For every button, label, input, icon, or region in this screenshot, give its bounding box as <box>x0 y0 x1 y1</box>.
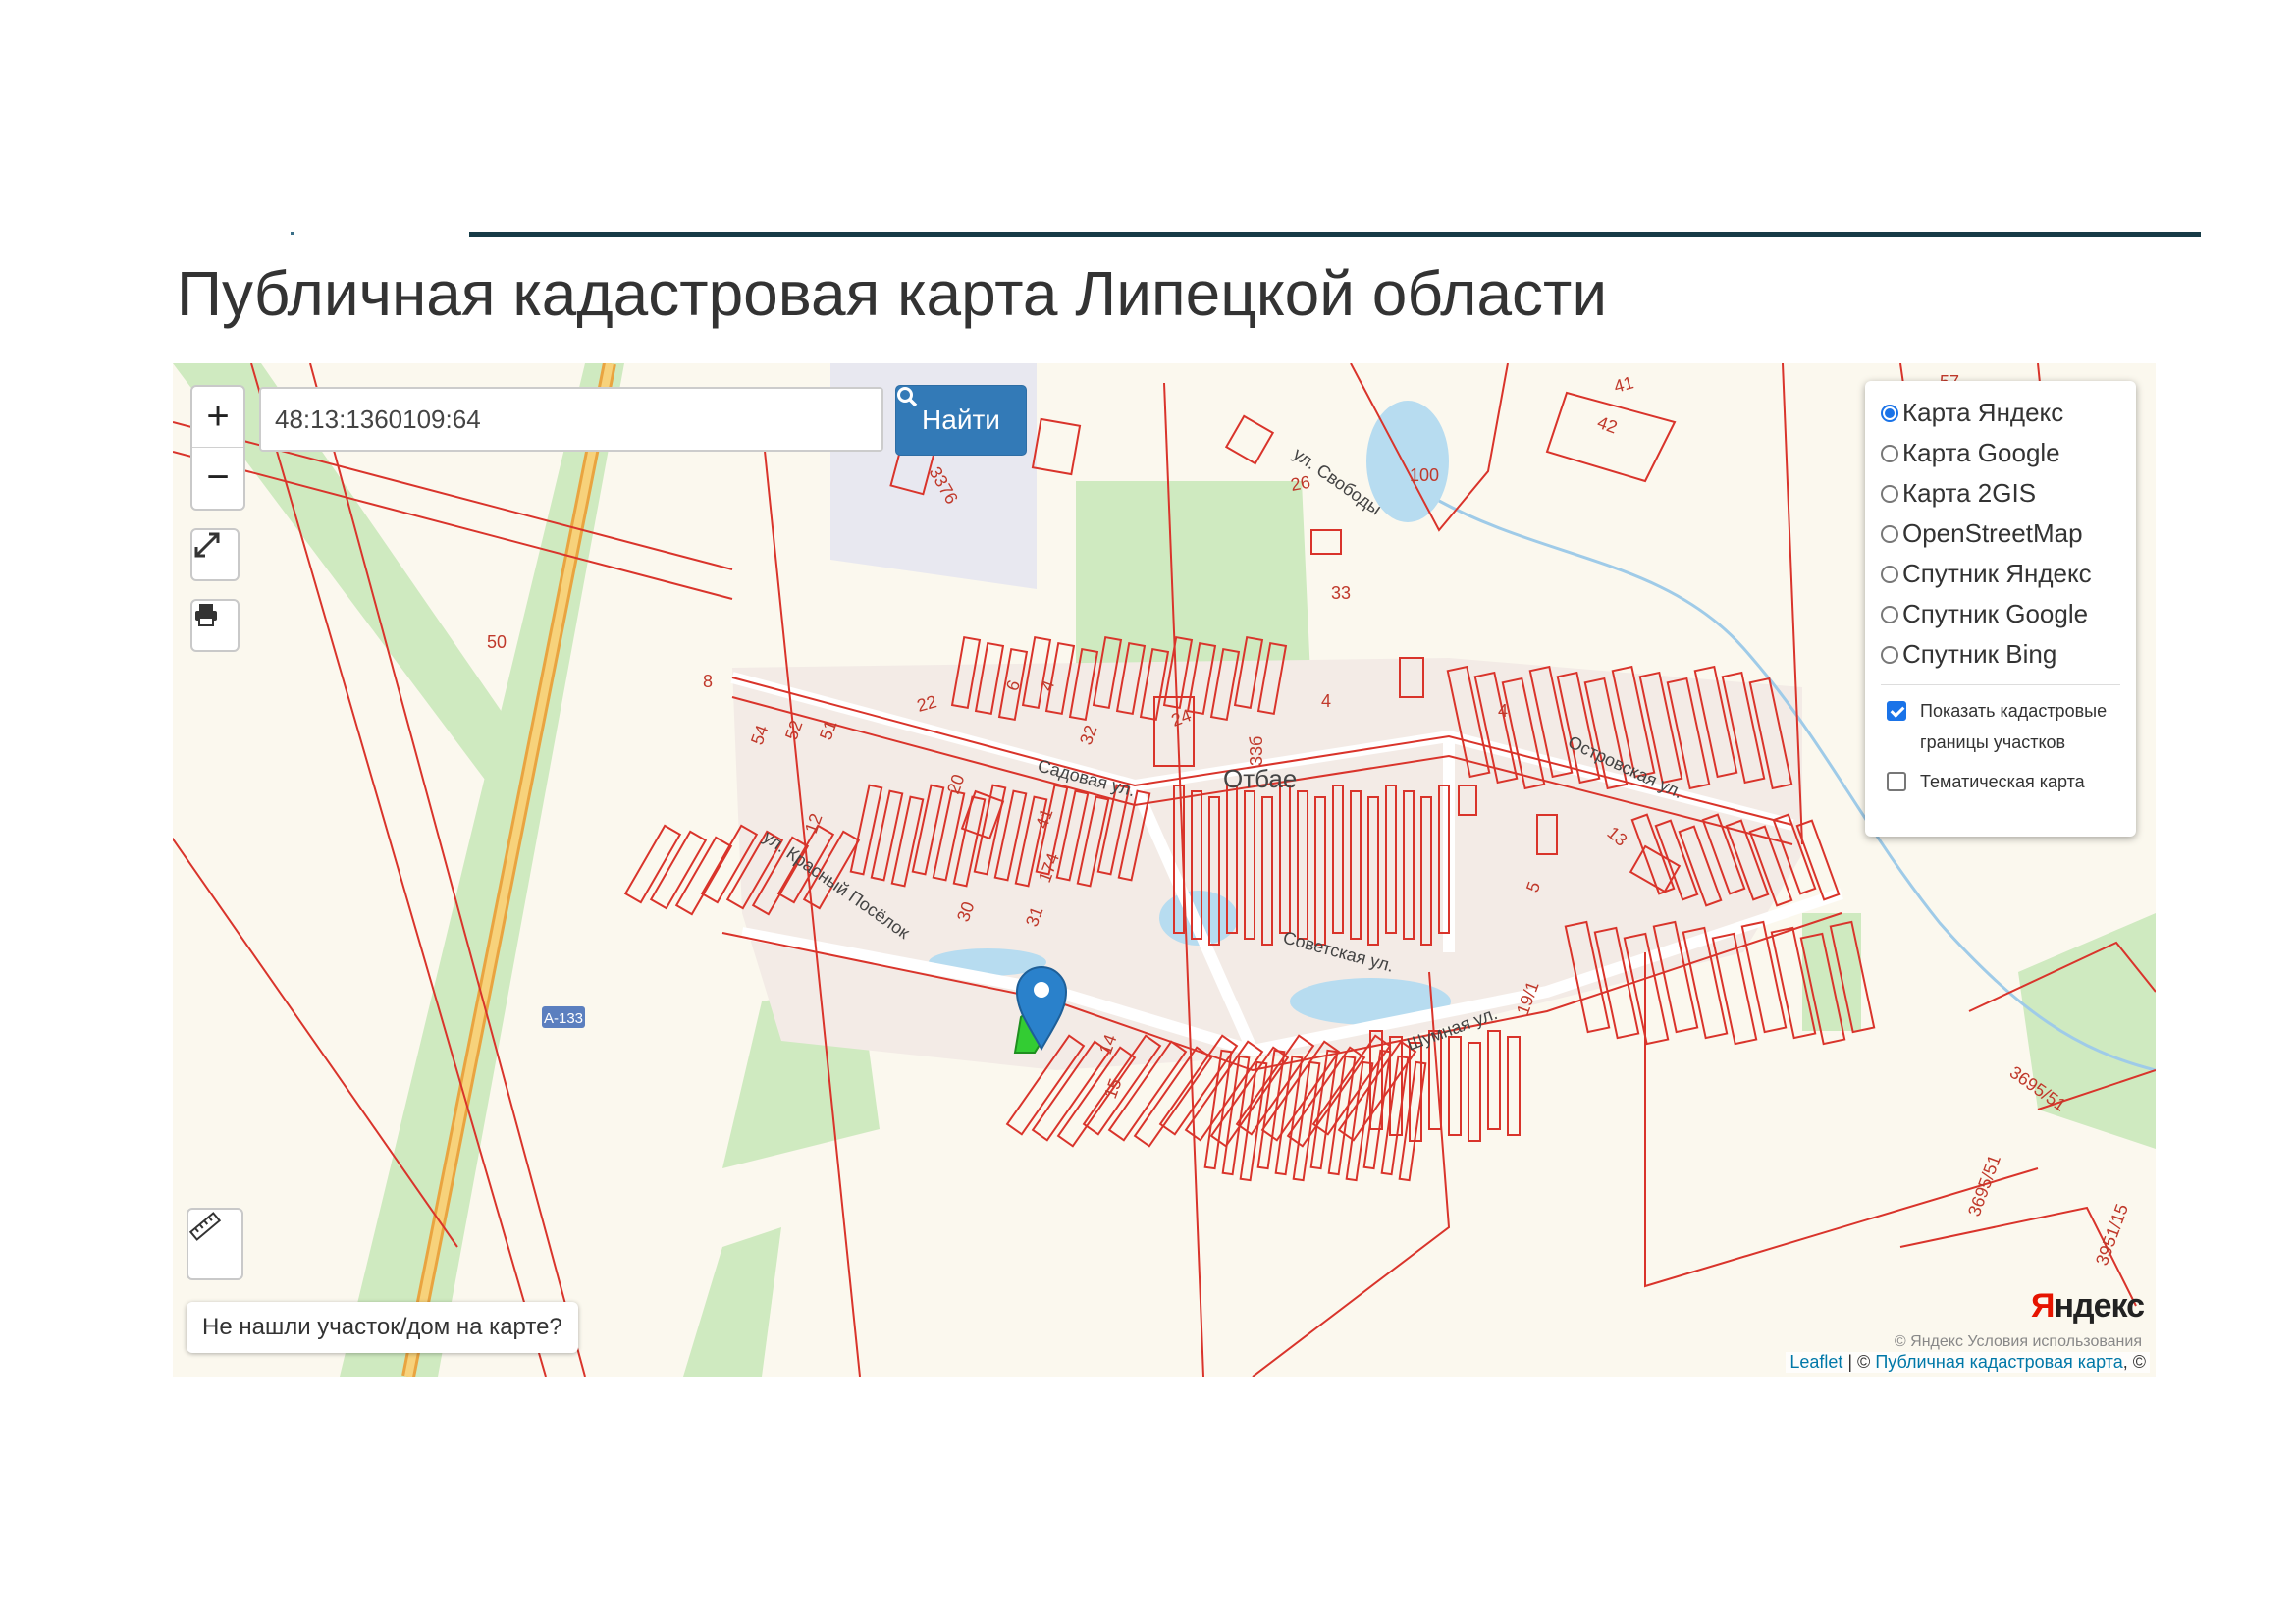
layer-option-label: OpenStreetMap <box>1902 518 2083 548</box>
map-container[interactable]: А-133 5083376261004142574332264322445452… <box>173 363 2156 1377</box>
parcel-outline <box>1345 1060 1374 1182</box>
overlay-option[interactable]: Показать кадастровые границы участков <box>1881 695 2120 758</box>
layer-option[interactable]: Спутник Яндекс <box>1881 554 2120 594</box>
parcel-number-label: 26 <box>1289 472 1311 495</box>
parcel-number-label: 3695/51 <box>1964 1152 2004 1218</box>
parcel-number-label: 15 <box>1100 1076 1126 1102</box>
layer-option-label: Спутник Bing <box>1902 639 2057 669</box>
layer-option[interactable]: OpenStreetMap <box>1881 514 2120 554</box>
header-rule <box>469 232 2201 237</box>
map-canvas[interactable]: А-133 5083376261004142574332264322445452… <box>173 363 2156 1377</box>
layer-radio[interactable] <box>1881 645 1898 664</box>
ruler-button[interactable] <box>187 1208 243 1280</box>
layer-option[interactable]: Карта 2GIS <box>1881 473 2120 514</box>
overlay-option-label: Тематическая карта <box>1920 772 2085 791</box>
parcel-outline <box>1224 414 1275 465</box>
parcel-outline <box>1448 1036 1462 1136</box>
layer-radio[interactable] <box>1881 404 1898 422</box>
layer-option-label: Карта 2GIS <box>1902 478 2037 508</box>
ruler-icon <box>188 1212 222 1241</box>
magnifier-icon <box>897 387 918 407</box>
overlay-option-label: Показать кадастровые границы участков <box>1920 701 2108 752</box>
base-layer-list: Карта Яндекс Карта Google Карта 2GIS OpenSt… <box>1881 393 2120 675</box>
layers-panel: Карта Яндекс Карта Google Карта 2GIS OpenSt… <box>1865 381 2136 837</box>
expand-icon <box>194 532 220 558</box>
fullscreen-button[interactable] <box>190 528 240 581</box>
zoom-control: + − <box>190 385 245 511</box>
attribution: Leaflet | © Публичная кадастровая карта,… <box>1786 1352 2150 1373</box>
parcel-number-label: 100 <box>1410 465 1439 485</box>
layer-radio[interactable] <box>1881 444 1898 462</box>
parcel-number-label: 4 <box>1321 691 1331 711</box>
parcel-outline <box>1380 1055 1410 1176</box>
parcel-number-label: 42 <box>1595 412 1621 438</box>
layer-option-label: Спутник Google <box>1902 599 2089 628</box>
layer-option[interactable]: Спутник Bing <box>1881 634 2120 675</box>
road-shield: А-133 <box>542 1006 585 1028</box>
layer-radio[interactable] <box>1881 605 1898 623</box>
parcel-number-label: 33 <box>1331 583 1351 603</box>
layer-option-label: Спутник Яндекс <box>1902 559 2092 588</box>
layer-radio[interactable] <box>1881 524 1898 543</box>
parcel-outline <box>1209 1046 1290 1148</box>
parcel-number-label: 3951/15 <box>2092 1201 2132 1268</box>
header-accent-dot <box>291 232 294 235</box>
cadastral-search-input[interactable] <box>259 387 883 452</box>
layer-option[interactable]: Карта Яндекс <box>1881 393 2120 433</box>
yandex-terms[interactable]: © Яндекс Условия использования <box>1895 1333 2142 1351</box>
zoom-out-button[interactable]: − <box>192 447 243 508</box>
overlay-checkbox[interactable] <box>1887 701 1906 721</box>
not-found-button[interactable]: Не нашли участок/дом на карте? <box>187 1302 578 1353</box>
parcel-number-label: 50 <box>487 632 507 652</box>
overlay-checkbox[interactable] <box>1887 772 1906 791</box>
yandex-logo: Яндекс <box>2031 1287 2145 1325</box>
search-button[interactable]: Найти <box>895 385 1027 456</box>
parcel-number-label: 33б <box>1247 736 1266 766</box>
parcel-outline <box>1507 1036 1521 1136</box>
parcel-number-label: 41 <box>1612 372 1636 397</box>
layer-option[interactable]: Спутник Google <box>1881 594 2120 634</box>
parcel-outline <box>1274 1055 1304 1176</box>
parcel-outline <box>1362 1049 1392 1170</box>
parcel-number-label: 4 <box>1498 701 1508 721</box>
cadastre-link[interactable]: Публичная кадастровая карта <box>1875 1352 2122 1372</box>
parcel-outline <box>1795 819 1841 901</box>
parcel-outline <box>1310 529 1342 555</box>
layer-option-label: Карта Google <box>1902 438 2060 467</box>
layer-radio[interactable] <box>1881 565 1898 583</box>
parcel-outline <box>1487 1030 1501 1130</box>
layer-radio[interactable] <box>1881 484 1898 503</box>
leaflet-link[interactable]: Leaflet <box>1789 1352 1842 1372</box>
print-button[interactable] <box>190 599 240 652</box>
panel-divider <box>1881 684 2120 685</box>
parcel-outline <box>1031 417 1082 476</box>
printer-icon <box>195 604 217 626</box>
zoom-in-button[interactable]: + <box>192 387 243 447</box>
overlay-option[interactable]: Тематическая карта <box>1881 766 2120 797</box>
overlay-list: Показать кадастровые границы участков Тем… <box>1881 695 2120 797</box>
layer-option-label: Карта Яндекс <box>1902 398 2064 427</box>
parcel-outline <box>1203 1049 1233 1170</box>
search-button-label: Найти <box>922 405 1000 435</box>
layer-option[interactable]: Карта Google <box>1881 433 2120 473</box>
village-label: Отбае <box>1223 764 1297 793</box>
road-shield-label: А-133 <box>544 1010 583 1027</box>
page-title: Публичная кадастровая карта Липецкой обл… <box>177 258 1608 329</box>
parcel-number-label: 8 <box>703 672 713 691</box>
parcel-outline <box>1468 1042 1481 1142</box>
